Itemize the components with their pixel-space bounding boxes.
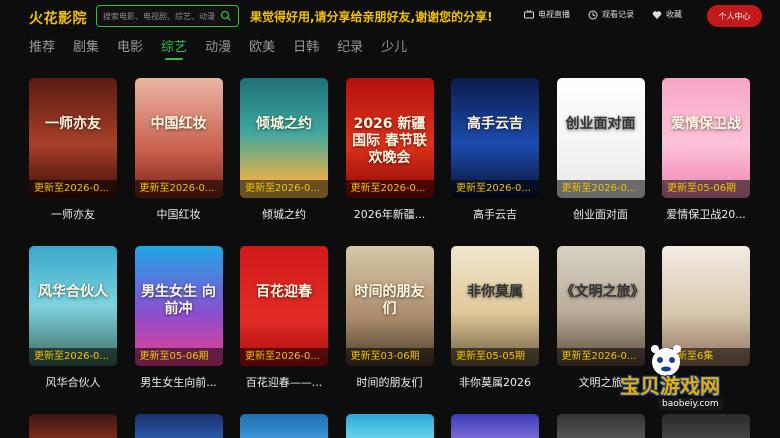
update-badge: 更新至2026-0... xyxy=(29,348,117,366)
update-badge: 更新至05-06期 xyxy=(662,180,750,198)
history-icon xyxy=(588,10,598,19)
app-logo[interactable]: 火花影院 xyxy=(29,8,87,28)
show-title[interactable]: 爱情保卫战20... xyxy=(662,206,750,222)
search-input[interactable] xyxy=(103,11,221,21)
heart-icon xyxy=(652,10,662,19)
header-links: 电视直播 观看记录 收藏 xyxy=(524,9,700,20)
history-link[interactable]: 观看记录 xyxy=(588,9,634,20)
show-title[interactable]: 倾城之约 xyxy=(240,206,328,222)
poster-title-art: 爱情保卫战 xyxy=(671,116,741,132)
poster-title-art: 2026 新疆国际 春节联欢晚会 xyxy=(352,116,427,166)
announcement-marquee: 果觉得好用,请分享给亲朋好友,谢谢您的分享! xyxy=(250,10,493,24)
poster-title-art: 高手云吉 xyxy=(467,116,523,132)
update-badge: 更新至2026-0... xyxy=(240,348,328,366)
show-title[interactable]: 非你莫属2026 xyxy=(451,374,539,390)
poster-title-art: 百花迎春 xyxy=(256,284,312,300)
favorites-link[interactable]: 收藏 xyxy=(652,9,682,20)
tab-3[interactable]: 综艺 xyxy=(161,34,187,60)
search-box[interactable] xyxy=(96,5,239,27)
poster-title-art: 《文明之旅》 xyxy=(560,284,645,300)
update-badge: 更新至2026-0... xyxy=(134,180,223,198)
show-card[interactable]: 爱情保卫战更新至05-06期 爱情保卫战20... xyxy=(662,78,750,246)
live-tv-label: 电视直播 xyxy=(538,10,570,19)
watermark-url: baobeiy.com xyxy=(658,398,723,410)
category-tabs: 推荐 剧集 电影 综艺 动漫 欧美 日韩 纪录 少儿 xyxy=(29,34,425,60)
update-badge: 更新至2026-0... xyxy=(451,180,539,198)
show-card[interactable]: 倾城之约 更新至2026-0... 倾城之约 xyxy=(240,78,328,246)
update-badge: 更新至2026-0... xyxy=(29,180,117,198)
poster-title-art: 中国红妆 xyxy=(150,116,207,132)
poster-title-art: 男生女生 向前冲 xyxy=(141,284,216,317)
live-tv-link[interactable]: 电视直播 xyxy=(524,9,570,20)
top-bar: 火花影院 果觉得好用,请分享给亲朋好友,谢谢您的分享! 电视直播 观看记录 xyxy=(0,0,780,32)
tv-icon xyxy=(524,9,534,18)
poster-image[interactable]: 风华合伙人更新至2026-0... xyxy=(29,246,117,366)
update-badge: 更新至2026-0... xyxy=(240,180,328,198)
show-card[interactable]: 时间的朋友们 更新至03-06期 时间的朋友们 xyxy=(345,246,434,414)
update-badge: 更新至03-06期 xyxy=(345,348,434,366)
poster-title-art: 时间的朋友们 xyxy=(354,284,425,317)
search-icon[interactable] xyxy=(220,10,232,22)
tab-6[interactable]: 日韩 xyxy=(293,34,319,58)
show-title[interactable]: 男生女生向前... xyxy=(135,374,223,390)
show-card[interactable]: 创业面对面 更新至2026-0... 创业面对面 xyxy=(556,78,645,246)
poster-title-art: 倾城之约 xyxy=(256,116,312,132)
show-title[interactable]: 时间的朋友们 xyxy=(346,374,434,390)
poster-image-partial[interactable] xyxy=(451,414,539,438)
poster-image-partial[interactable] xyxy=(345,414,434,438)
show-title[interactable]: 创业面对面 xyxy=(557,206,645,222)
poster-image-partial[interactable] xyxy=(240,414,328,438)
poster-title-art: 创业面对面 xyxy=(565,116,636,132)
tab-8[interactable]: 少儿 xyxy=(381,34,407,58)
poster-image[interactable]: 倾城之约更新至2026-0... xyxy=(240,78,328,198)
tab-1[interactable]: 剧集 xyxy=(73,34,99,58)
show-title[interactable]: 一师亦友 xyxy=(29,206,117,222)
poster-title-art: 风华合伙人 xyxy=(38,284,108,300)
poster-image[interactable]: 非你莫属更新至05-05期 xyxy=(451,246,539,366)
show-card[interactable]: 2026 新疆国际 春节联欢晚会更新至2026-0... 2026年新疆... xyxy=(345,78,434,246)
tab-5[interactable]: 欧美 xyxy=(249,34,275,58)
watermark-title: 宝贝游戏网 xyxy=(620,374,720,398)
show-card[interactable]: 一师亦友 更新至2026-0... 一师亦友 xyxy=(29,78,117,246)
poster-image[interactable]: 男生女生 向前冲更新至05-06期 xyxy=(134,246,223,366)
show-title[interactable]: 风华合伙人 xyxy=(29,374,117,390)
history-label: 观看记录 xyxy=(602,10,634,19)
poster-image[interactable]: 爱情保卫战更新至05-06期 xyxy=(662,78,750,198)
show-title[interactable]: 百花迎春——... xyxy=(240,374,328,390)
poster-title-art: 一师亦友 xyxy=(45,116,101,132)
show-card[interactable]: 中国红妆 更新至2026-0... 中国红妆 xyxy=(134,78,223,246)
favorites-label: 收藏 xyxy=(666,10,682,19)
show-card[interactable]: 百花迎春更新至2026-0... 百花迎春——... xyxy=(240,246,328,414)
poster-title-art: 非你莫属 xyxy=(467,284,523,300)
tab-2[interactable]: 电影 xyxy=(117,34,143,58)
update-badge: 更新至05-06期 xyxy=(134,348,223,366)
poster-image[interactable]: 中国红妆更新至2026-0... xyxy=(134,78,223,198)
poster-image[interactable]: 时间的朋友们更新至03-06期 xyxy=(345,246,434,366)
poster-image[interactable]: 2026 新疆国际 春节联欢晚会更新至2026-0... xyxy=(345,78,434,198)
update-badge: 更新至05-05期 xyxy=(451,348,539,366)
user-center-button[interactable]: 个人中心 xyxy=(707,5,762,27)
show-card[interactable]: 高手云吉 更新至2026-0... 高手云吉 xyxy=(451,78,539,246)
tab-7[interactable]: 纪录 xyxy=(337,34,363,58)
poster-image-partial[interactable] xyxy=(29,414,117,438)
tab-4[interactable]: 动漫 xyxy=(205,34,231,58)
poster-image[interactable]: 一师亦友更新至2026-0... xyxy=(29,78,117,198)
show-title[interactable]: 高手云吉 xyxy=(451,206,539,222)
update-badge: 更新至2026-0... xyxy=(345,180,434,198)
watermark: 宝贝游戏网 baobeiy.com xyxy=(606,345,774,434)
show-card[interactable]: 非你莫属更新至05-05期 非你莫属2026 xyxy=(451,246,539,414)
poster-image[interactable]: 创业面对面更新至2026-0... xyxy=(556,78,645,198)
poster-image-partial[interactable] xyxy=(134,414,223,438)
show-card[interactable]: 男生女生 向前冲更新至05-06期 男生女生向前... xyxy=(134,246,223,414)
tab-0[interactable]: 推荐 xyxy=(29,34,55,58)
show-title[interactable]: 中国红妆 xyxy=(135,206,223,222)
poster-image[interactable]: 百花迎春更新至2026-0... xyxy=(240,246,328,366)
show-card[interactable]: 风华合伙人 更新至2026-0... 风华合伙人 xyxy=(29,246,117,414)
poster-image[interactable]: 高手云吉更新至2026-0... xyxy=(451,78,539,198)
show-title[interactable]: 2026年新疆... xyxy=(346,206,434,222)
update-badge: 更新至2026-0... xyxy=(556,180,645,198)
